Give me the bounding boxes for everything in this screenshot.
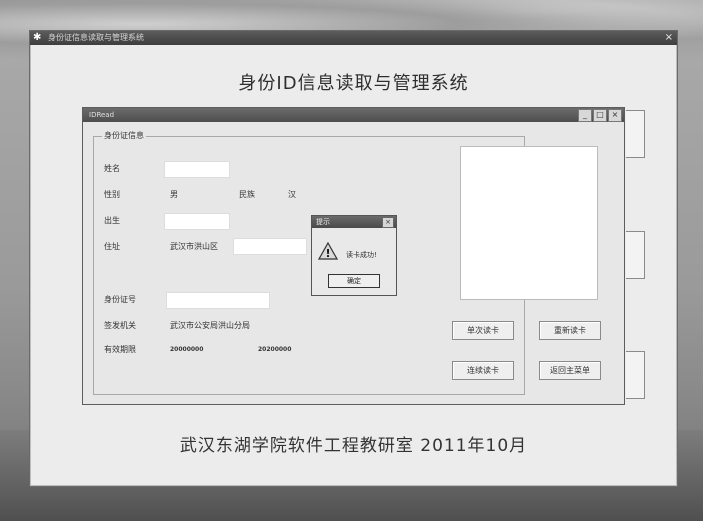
address-field[interactable] <box>233 238 307 255</box>
footer-credit: 武汉东湖学院软件工程教研室 2011年10月 <box>179 436 528 456</box>
issuer-label: 签发机关 <box>104 321 136 330</box>
continuous-read-button[interactable]: 连续读卡 <box>452 361 514 380</box>
main-window-title: 身份证信息读取与管理系统 <box>48 33 144 42</box>
gender-label: 性别 <box>104 190 120 199</box>
dialog-title: IDRead <box>89 111 115 119</box>
issuer-value: 武汉市公安局洪山分局 <box>170 321 250 330</box>
birth-label: 出生 <box>104 216 120 225</box>
valid-to-value: 20200000 <box>258 346 292 353</box>
minimize-icon[interactable]: _ <box>578 109 592 122</box>
alert-title: 提示 <box>316 218 330 226</box>
close-icon[interactable]: × <box>608 109 622 122</box>
group-label: 身份证信息 <box>102 130 146 141</box>
single-read-button[interactable]: 单次读卡 <box>452 321 514 340</box>
reread-button[interactable]: 重新读卡 <box>539 321 601 340</box>
main-menu-button-1[interactable] <box>626 110 645 158</box>
warning-icon: ! <box>318 242 338 260</box>
ethnicity-label: 民族 <box>239 190 255 199</box>
gender-value: 男 <box>170 190 178 199</box>
ethnicity-value: 汉 <box>288 190 296 199</box>
alert-dialog: 提示 × ! 读卡成功! 确定 <box>311 215 397 296</box>
alert-close-icon[interactable]: × <box>382 217 394 228</box>
alert-title-bar: 提示 × <box>312 216 396 228</box>
id-number-field[interactable] <box>166 292 270 309</box>
valid-from-value: 20000000 <box>170 346 204 353</box>
address-label: 住址 <box>104 242 120 251</box>
main-menu-button-3[interactable] <box>626 351 645 399</box>
id-photo <box>460 146 598 300</box>
dialog-window-controls: _ □ × <box>578 109 622 122</box>
main-menu-button-2[interactable] <box>626 231 645 279</box>
name-label: 姓名 <box>104 164 120 173</box>
main-heading: 身份ID信息读取与管理系统 <box>238 73 469 94</box>
svg-text:!: ! <box>325 247 330 260</box>
main-title-bar: ✱ 身份证信息读取与管理系统 × <box>30 31 677 45</box>
address-value: 武汉市洪山区 <box>170 242 218 251</box>
maximize-icon[interactable]: □ <box>593 109 607 122</box>
name-field[interactable] <box>164 161 230 178</box>
alert-message: 读卡成功! <box>346 251 377 259</box>
ok-button[interactable]: 确定 <box>328 274 380 288</box>
back-to-menu-button[interactable]: 返回主菜单 <box>539 361 601 380</box>
main-close-icon[interactable]: × <box>665 31 673 45</box>
app-icon: ✱ <box>33 32 42 43</box>
birth-field[interactable] <box>164 213 230 230</box>
dialog-title-bar: IDRead _ □ × <box>83 108 624 122</box>
id-number-label: 身份证号 <box>104 295 136 304</box>
validity-label: 有效期限 <box>104 345 136 354</box>
